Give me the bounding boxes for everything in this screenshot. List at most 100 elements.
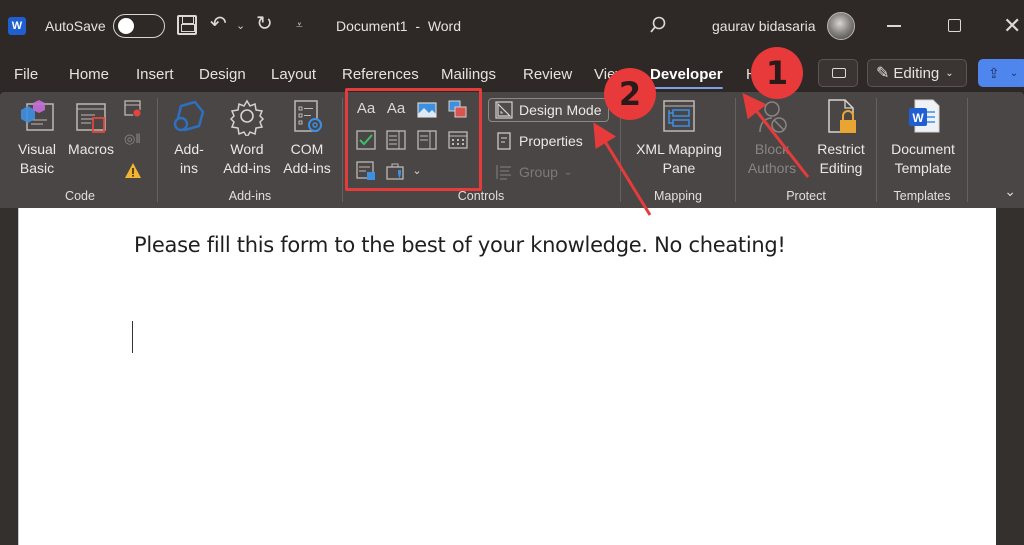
user-name[interactable]: gaurav bidasaria <box>712 18 816 34</box>
group-label: Group <box>519 164 558 180</box>
tab-file[interactable]: File <box>14 66 38 83</box>
word-addins-label-line2: Add-ins <box>223 160 271 176</box>
autosave-toggle[interactable] <box>113 14 165 38</box>
com-addins-button[interactable]: COM Add-ins <box>278 98 336 178</box>
chevron-down-icon: ⌄ <box>945 67 954 79</box>
undo-icon[interactable]: ↶ <box>210 14 227 34</box>
group-code: Visual Basic Macros ◎‖ Code <box>0 92 160 208</box>
block-authors-label-line1: Block <box>754 141 790 157</box>
search-icon[interactable] <box>648 15 668 35</box>
document-title: Document1 - Word <box>336 18 462 34</box>
document-paragraph[interactable]: Please fill this form to the best of you… <box>134 233 786 257</box>
document-template-label-line1: Document <box>891 141 955 157</box>
group-protect: Block Authors Restrict Editing Protect <box>736 92 876 208</box>
chevron-down-icon: ⌄ <box>563 166 573 178</box>
ribbon-tabs: File Home Insert Design Layout Reference… <box>0 54 1024 92</box>
com-addins-label-line2: Add-ins <box>283 160 331 176</box>
restrict-editing-label-line2: Editing <box>819 160 863 176</box>
text-cursor <box>132 321 133 353</box>
document-page[interactable]: Please fill this form to the best of you… <box>18 208 996 545</box>
group-separator <box>967 98 968 202</box>
tab-developer[interactable]: Developer <box>650 66 723 89</box>
pencil-icon: ✎ <box>876 65 890 82</box>
block-authors-icon <box>759 101 787 133</box>
document-canvas: Please fill this form to the best of you… <box>0 208 1024 545</box>
word-addins-label-line1: Word <box>230 141 264 157</box>
share-icon: ⇪ <box>988 64 1000 81</box>
addins-button[interactable]: Add- ins <box>168 98 210 178</box>
maximize-icon[interactable] <box>948 19 961 32</box>
group-templates: W Document Template Templates <box>877 92 967 208</box>
svg-text:W: W <box>912 111 924 125</box>
minimize-icon[interactable] <box>887 25 901 27</box>
avatar[interactable] <box>827 12 855 40</box>
save-icon[interactable] <box>177 15 197 35</box>
tab-design[interactable]: Design <box>199 66 246 83</box>
word-window: W AutoSave ↶ ⌄ ↻ ⩡ Document1 - Word gaur… <box>0 0 1024 545</box>
design-mode-icon <box>495 101 513 119</box>
editing-mode-button[interactable]: ✎ Editing ⌄ <box>867 59 967 87</box>
tab-mailings[interactable]: Mailings <box>441 66 496 83</box>
autosave-label: AutoSave <box>45 18 106 34</box>
properties-icon <box>497 132 511 150</box>
macro-security-warning-icon[interactable] <box>124 162 142 180</box>
group-button[interactable]: Group ⌄ <box>489 160 578 184</box>
group-mapping-label: Mapping <box>654 189 702 203</box>
tab-home[interactable]: Home <box>69 66 109 83</box>
pause-recording-icon[interactable]: ◎‖ <box>124 131 142 149</box>
tab-insert[interactable]: Insert <box>136 66 174 83</box>
visual-basic-label-line1: Visual <box>18 141 56 157</box>
block-authors-button[interactable]: Block Authors <box>742 98 802 178</box>
title-bar: W AutoSave ↶ ⌄ ↻ ⩡ Document1 - Word gaur… <box>0 0 1024 54</box>
visual-basic-icon <box>21 100 54 131</box>
addins-icon <box>173 100 205 132</box>
addins-label-line1: Add- <box>174 141 204 157</box>
macros-icon <box>76 103 106 133</box>
editing-label: Editing <box>893 64 940 82</box>
undo-dropdown-chevron-icon[interactable]: ⌄ <box>236 19 245 32</box>
record-macro-icon[interactable] <box>124 100 142 118</box>
customize-toolbar-icon[interactable]: ⩡ <box>296 18 303 33</box>
group-templates-label: Templates <box>893 189 951 203</box>
properties-button[interactable]: Properties <box>489 129 589 153</box>
share-button[interactable]: ⇪ ⌄ <box>978 59 1024 87</box>
annotation-badge-2: 2 <box>604 68 656 120</box>
chevron-down-icon: ⌄ <box>1009 67 1019 79</box>
group-icon <box>496 165 511 180</box>
properties-label: Properties <box>519 133 583 149</box>
restrict-editing-icon <box>828 99 856 133</box>
tab-review[interactable]: Review <box>523 66 572 83</box>
close-icon[interactable]: ✕ <box>1003 13 1021 39</box>
document-template-icon: W <box>909 99 940 133</box>
tab-references[interactable]: References <box>342 66 419 83</box>
visual-basic-button[interactable]: Visual Basic <box>12 98 62 178</box>
gear-icon <box>229 99 265 136</box>
xml-mapping-label-line2: Pane <box>662 160 696 176</box>
word-addins-button[interactable]: Word Add-ins <box>216 98 278 178</box>
restrict-editing-label-line1: Restrict <box>817 141 865 157</box>
group-controls-label: Controls <box>457 189 505 203</box>
comment-icon <box>832 68 846 78</box>
design-mode-button[interactable]: Design Mode <box>488 98 609 122</box>
macros-button[interactable]: Macros <box>64 98 118 159</box>
block-authors-label-line2: Authors <box>747 160 797 176</box>
toggle-knob <box>118 18 134 34</box>
design-mode-label: Design Mode <box>519 102 602 118</box>
controls-highlight-annotation <box>345 88 482 191</box>
annotation-badge-1: 1 <box>751 47 803 99</box>
ribbon-display-options-chevron-down-icon[interactable]: ⌄ <box>1004 183 1016 200</box>
xml-mapping-icon <box>663 100 695 132</box>
word-logo-icon: W <box>8 17 26 35</box>
tab-layout[interactable]: Layout <box>271 66 316 83</box>
group-code-label: Code <box>65 189 95 203</box>
macros-label: Macros <box>68 141 114 157</box>
group-protect-label: Protect <box>786 189 826 203</box>
group-addins-label: Add-ins <box>228 189 272 203</box>
com-addins-icon <box>294 100 322 132</box>
restrict-editing-button[interactable]: Restrict Editing <box>810 98 872 178</box>
redo-icon[interactable]: ↻ <box>256 14 273 34</box>
comments-button[interactable] <box>818 59 858 87</box>
addins-label-line2: ins <box>180 160 198 176</box>
group-addins: Add- ins Word Add-ins COM Add-ins Add-in… <box>158 92 342 208</box>
document-template-button[interactable]: W Document Template <box>883 98 963 178</box>
